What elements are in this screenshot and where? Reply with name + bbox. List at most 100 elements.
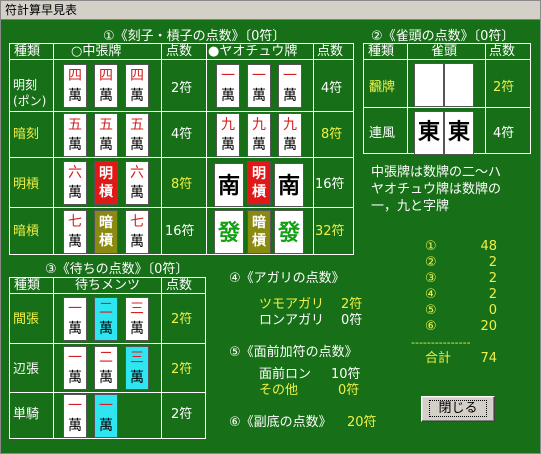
tile-white-dragon	[444, 63, 474, 107]
tile-6-man: 六萬	[63, 161, 87, 205]
pts-yakuhai: 2符	[493, 80, 515, 95]
futei-pts: 20符	[347, 415, 377, 430]
menzen-other-label: その他	[259, 383, 299, 398]
type-anko: 暗刻	[13, 127, 40, 142]
type-minko: 明刻 (ポン)	[13, 78, 47, 108]
summary-value-1: 48	[480, 239, 497, 254]
pts-ankan-chun: 16符	[165, 224, 195, 239]
tile-1-man: 一萬	[63, 394, 87, 438]
type-renfu: 連風	[369, 126, 396, 141]
pts-minko-yao: 4符	[321, 81, 343, 96]
tile-5-man: 五萬	[94, 113, 118, 157]
machi-col-type: 種類	[14, 278, 41, 293]
note-line-2: ヤオチュウ牌は数牌の	[371, 182, 502, 197]
machi-heading: ③《待ちの点数》〔0符〕	[45, 262, 189, 277]
tile-green-dragon: 發	[214, 210, 244, 254]
tile-east-wind: 東	[444, 111, 474, 155]
tile-6-man: 六萬	[125, 161, 149, 205]
tile-south-wind: 南	[214, 163, 244, 207]
type-minkan: 明槓	[13, 177, 40, 192]
pts-anko-yao: 8符	[321, 127, 343, 142]
summary-label-2: ②	[425, 255, 437, 270]
summary-label-1: ①	[425, 239, 437, 254]
tile-9-man: 九萬	[278, 113, 302, 157]
type-kanchan: 間張	[13, 312, 40, 327]
menzen-ron-label: 面前ロン	[259, 367, 312, 382]
menzen-heading: ⑤《面前加符の点数》	[229, 345, 358, 360]
tile-1-man: 一萬	[63, 346, 87, 390]
jantou-col-points: 点数	[489, 44, 516, 59]
ankan-label-tile: 暗槓	[247, 210, 271, 254]
tile-1-man: 一萬	[247, 64, 271, 108]
meikan-label-tile: 明槓	[94, 161, 118, 205]
summary-divider: ---------------	[411, 336, 471, 349]
summary-value-3: 2	[488, 271, 497, 286]
app-window: 符計算早見表 ①《刻子・槓子の点数》〔0符〕 種類 ○中張牌 点数 ●ヤオチュウ…	[0, 0, 541, 454]
close-button-label: 閉じる	[429, 400, 487, 417]
pts-minkan-yao: 16符	[315, 177, 345, 192]
type-yakuhai: 飜牌	[369, 80, 396, 95]
summary-label-5: ⑤	[425, 303, 437, 318]
col-yaochu: ●ヤオチュウ牌	[208, 44, 298, 59]
ron-pts: 0符	[341, 313, 363, 328]
pts-kanchan: 2符	[171, 312, 193, 327]
pts-ankan-yao: 32符	[315, 224, 345, 239]
pts-renfu: 4符	[493, 126, 515, 141]
ron-label: ロンアガリ	[259, 313, 325, 328]
ankan-label-tile: 暗槓	[94, 210, 118, 254]
summary-label-3: ③	[425, 271, 437, 286]
tile-4-man: 四萬	[63, 64, 87, 108]
tile-white-dragon	[414, 63, 444, 107]
tile-1-man-wait: 一萬	[94, 394, 118, 438]
col-points-2: 点数	[317, 44, 344, 59]
col-type: 種類	[14, 44, 41, 59]
tile-1-man: 一萬	[278, 64, 302, 108]
futei-heading: ⑥《副底の点数》	[229, 415, 332, 430]
tile-7-man: 七萬	[125, 210, 149, 254]
tile-5-man: 五萬	[63, 113, 87, 157]
tsumo-label: ツモアガリ	[259, 297, 325, 312]
tile-9-man: 九萬	[247, 113, 271, 157]
total-label: 合計	[425, 351, 452, 366]
tile-1-man: 一萬	[216, 64, 240, 108]
summary-value-2: 2	[488, 255, 497, 270]
jantou-col-type: 種類	[368, 44, 395, 59]
agari-heading: ④《アガリの点数》	[229, 271, 345, 286]
tile-2-man: 二萬	[94, 346, 118, 390]
tile-4-man: 四萬	[94, 64, 118, 108]
pts-penchan: 2符	[171, 362, 193, 377]
close-button[interactable]: 閉じる	[421, 396, 495, 422]
tile-9-man: 九萬	[216, 113, 240, 157]
tile-7-man: 七萬	[63, 210, 87, 254]
summary-value-6: 20	[480, 319, 497, 334]
summary-label-6: ⑥	[425, 319, 437, 334]
title-bar: 符計算早見表	[1, 1, 540, 20]
jantou-heading: ②《雀頭の点数》〔0符〕	[371, 29, 515, 44]
pts-tanki: 2符	[171, 407, 193, 422]
pts-minkan-chun: 8符	[171, 177, 193, 192]
tile-3-man-wait: 三萬	[125, 346, 149, 390]
tsumo-pts: 2符	[341, 297, 363, 312]
tile-1-man: 一萬	[63, 297, 87, 341]
tile-green-dragon: 發	[274, 210, 304, 254]
type-tanki: 単騎	[13, 407, 40, 422]
tile-4-man: 四萬	[125, 64, 149, 108]
meikan-label-tile: 明槓	[247, 161, 271, 205]
pts-anko-chun: 4符	[171, 127, 193, 142]
col-chunchan: ○中張牌	[71, 44, 122, 59]
summary-label-4: ④	[425, 287, 437, 302]
jantou-col-tile: 雀頭	[431, 44, 458, 59]
pts-minko-chun: 2符	[171, 81, 193, 96]
type-penchan: 辺張	[13, 362, 40, 377]
machi-col-wait: 待ちメンツ	[75, 278, 141, 293]
tile-south-wind: 南	[274, 163, 304, 207]
menzen-other-pts: 0符	[338, 383, 360, 398]
tile-5-man: 五萬	[125, 113, 149, 157]
col-points: 点数	[166, 44, 193, 59]
machi-col-points: 点数	[166, 278, 193, 293]
mentsu-heading: ①《刻子・槓子の点数》〔0符〕	[103, 29, 286, 44]
note-line-1: 中張牌は数牌の二～ハ	[371, 165, 502, 180]
summary-value-4: 2	[488, 287, 497, 302]
menzen-ron-pts: 10符	[331, 367, 361, 382]
summary-value-5: 0	[488, 303, 497, 318]
